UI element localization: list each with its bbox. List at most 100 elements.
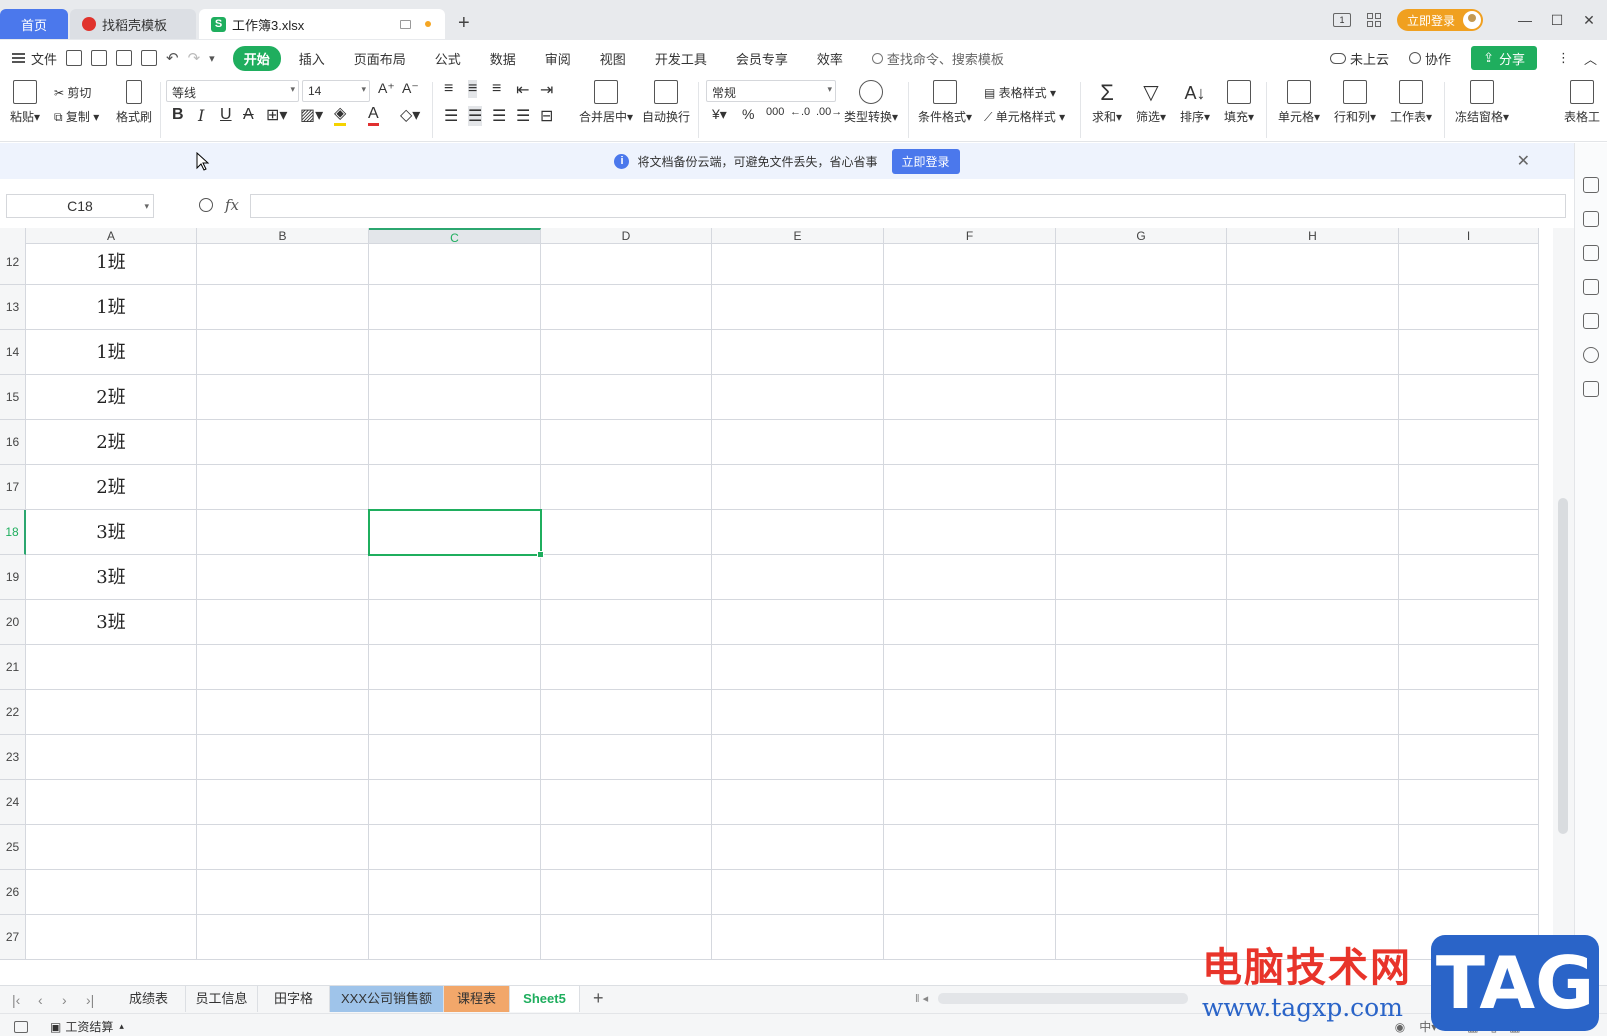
row-header[interactable]: 25	[0, 825, 26, 870]
tab-workbook[interactable]: S 工作簿3.xlsx	[199, 9, 445, 39]
chart-icon[interactable]	[1583, 313, 1599, 329]
worksheet-button[interactable]: 工作表▾	[1386, 80, 1436, 125]
vertical-scroll-thumb[interactable]	[1558, 498, 1568, 834]
cell-I19[interactable]	[1399, 555, 1539, 600]
cell-D26[interactable]	[541, 870, 712, 915]
cell-C19[interactable]	[369, 555, 541, 600]
cell-D15[interactable]	[541, 375, 712, 420]
cell-F21[interactable]	[884, 645, 1056, 690]
cell-H23[interactable]	[1227, 735, 1399, 780]
cell-C25[interactable]	[369, 825, 541, 870]
tab-home[interactable]: 首页	[0, 9, 68, 39]
increase-decimal-icon[interactable]: ←.0	[790, 106, 810, 118]
cell-B27[interactable]	[197, 915, 369, 960]
cell-A18[interactable]: 3班	[26, 510, 197, 555]
align-center-icon[interactable]: ☰	[468, 106, 483, 126]
sheet-tab[interactable]: 田字格	[258, 986, 330, 1012]
undo-icon[interactable]: ↶	[166, 49, 179, 67]
cell-D17[interactable]	[541, 465, 712, 510]
book-icon[interactable]	[1583, 381, 1599, 397]
cell-H13[interactable]	[1227, 285, 1399, 330]
cell-G24[interactable]	[1056, 780, 1227, 825]
cell-C23[interactable]	[369, 735, 541, 780]
row-header[interactable]: 14	[0, 330, 26, 375]
print-preview-icon[interactable]	[141, 50, 158, 66]
cell-B21[interactable]	[197, 645, 369, 690]
align-top-icon[interactable]: ≡	[444, 80, 453, 98]
cell-E13[interactable]	[712, 285, 884, 330]
cell-F26[interactable]	[884, 870, 1056, 915]
decrease-decimal-icon[interactable]: .00→	[816, 106, 842, 118]
cell-A23[interactable]	[26, 735, 197, 780]
cell-E14[interactable]	[712, 330, 884, 375]
cell-H14[interactable]	[1227, 330, 1399, 375]
first-sheet-icon[interactable]: |‹	[12, 992, 20, 1008]
cell-A12[interactable]: 1班	[26, 240, 197, 285]
cell-B19[interactable]	[197, 555, 369, 600]
cell-C15[interactable]	[369, 375, 541, 420]
cell-E23[interactable]	[712, 735, 884, 780]
file-menu-button[interactable]: 文件	[12, 49, 57, 68]
cell-C17[interactable]	[369, 465, 541, 510]
cell-H19[interactable]	[1227, 555, 1399, 600]
crop-icon[interactable]	[1583, 279, 1599, 295]
cell-H16[interactable]	[1227, 420, 1399, 465]
percent-icon[interactable]: %	[742, 106, 754, 122]
row-header[interactable]: 16	[0, 420, 26, 465]
fullscreen-icon[interactable]: ⛶	[1569, 1019, 1577, 1034]
cell-D12[interactable]	[541, 240, 712, 285]
export-pdf-icon[interactable]	[91, 50, 108, 66]
cell-A25[interactable]	[26, 825, 197, 870]
menu-tab-7[interactable]: 开发工具	[655, 49, 707, 68]
merge-center-button[interactable]: 合并居中▾	[574, 80, 638, 125]
cell-I16[interactable]	[1399, 420, 1539, 465]
share-button[interactable]: ⇪ 分享	[1471, 46, 1537, 70]
decrease-font-icon[interactable]: A⁻	[402, 80, 419, 97]
cell-A14[interactable]: 1班	[26, 330, 197, 375]
row-header[interactable]: 12	[0, 240, 26, 285]
cell-H12[interactable]	[1227, 240, 1399, 285]
cell-G23[interactable]	[1056, 735, 1227, 780]
zoom-level[interactable]: 90%	[1533, 1020, 1557, 1034]
sliders-icon[interactable]	[1583, 245, 1599, 261]
cell-E26[interactable]	[712, 870, 884, 915]
cell-B12[interactable]	[197, 240, 369, 285]
cell-E18[interactable]	[712, 510, 884, 555]
cell-F17[interactable]	[884, 465, 1056, 510]
cell-D24[interactable]	[541, 780, 712, 825]
cell-E27[interactable]	[712, 915, 884, 960]
cell-C26[interactable]	[369, 870, 541, 915]
fill-color-icon[interactable]: ◈	[334, 105, 347, 126]
fx-icon[interactable]: fx	[225, 196, 239, 214]
cell-E19[interactable]	[712, 555, 884, 600]
cell-button[interactable]: 单元格▾	[1274, 80, 1324, 125]
sheet-tab[interactable]: 课程表	[444, 986, 510, 1012]
cell-I17[interactable]	[1399, 465, 1539, 510]
cell-I27[interactable]	[1399, 915, 1539, 960]
cell-A26[interactable]	[26, 870, 197, 915]
rocket-icon[interactable]	[1583, 177, 1599, 193]
cell-B17[interactable]	[197, 465, 369, 510]
increase-font-icon[interactable]: A⁺	[378, 80, 395, 97]
type-convert-button[interactable]: 类型转换▾	[840, 80, 902, 125]
cell-H17[interactable]	[1227, 465, 1399, 510]
row-header[interactable]: 19	[0, 555, 26, 600]
cell-B26[interactable]	[197, 870, 369, 915]
border-icon[interactable]: ⊞▾	[266, 105, 287, 125]
cell-F24[interactable]	[884, 780, 1056, 825]
row-header[interactable]: 17	[0, 465, 26, 510]
cell-B14[interactable]	[197, 330, 369, 375]
menu-tab-1[interactable]: 插入	[299, 49, 325, 68]
cell-H20[interactable]	[1227, 600, 1399, 645]
cell-H24[interactable]	[1227, 780, 1399, 825]
cell-A20[interactable]: 3班	[26, 600, 197, 645]
menu-tab-9[interactable]: 效率	[817, 49, 843, 68]
cell-I22[interactable]	[1399, 690, 1539, 735]
name-box[interactable]: C18	[6, 194, 154, 218]
conditional-format-button[interactable]: 条件格式▾	[916, 80, 974, 125]
macro-dropdown-icon[interactable]: ▴	[119, 1021, 124, 1032]
input-method-icon[interactable]: 中▾	[1419, 1018, 1437, 1035]
cell-F15[interactable]	[884, 375, 1056, 420]
cell-I18[interactable]	[1399, 510, 1539, 555]
cell-I12[interactable]	[1399, 240, 1539, 285]
